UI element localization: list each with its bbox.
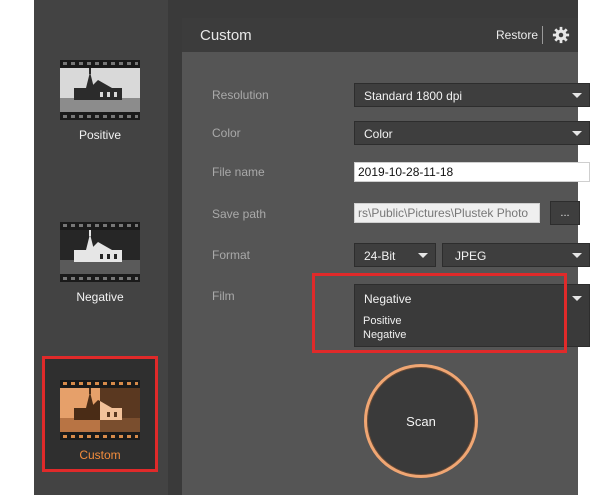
resolution-label: Resolution xyxy=(212,88,269,102)
panel-divider xyxy=(168,0,182,495)
chevron-down-icon xyxy=(565,285,589,311)
film-select[interactable]: Negative xyxy=(354,284,590,312)
color-label: Color xyxy=(212,126,241,140)
film-option-positive[interactable]: Positive xyxy=(363,315,402,327)
settings-panel: Resolution Standard 1800 dpi Color Color… xyxy=(182,52,590,495)
resolution-select[interactable]: Standard 1800 dpi xyxy=(354,83,590,107)
app-window: Positive Negative Custom Custom Restore … xyxy=(34,0,590,495)
color-select[interactable]: Color xyxy=(354,121,590,145)
bit-depth-select[interactable]: 24-Bit xyxy=(354,243,436,267)
chevron-down-icon xyxy=(411,244,435,266)
bit-depth-value: 24-Bit xyxy=(364,249,396,263)
mode-label: Custom xyxy=(79,448,121,462)
film-church-negative-icon xyxy=(60,222,140,282)
format-label: Format xyxy=(212,248,251,262)
save-path-label: Save path xyxy=(212,207,267,221)
file-name-input[interactable] xyxy=(354,162,590,182)
file-type-value: JPEG xyxy=(455,249,487,263)
restore-button[interactable]: Restore xyxy=(496,28,538,42)
mode-label: Negative xyxy=(76,290,124,304)
film-church-positive-icon xyxy=(60,60,140,120)
page-title: Custom xyxy=(200,27,252,44)
film-label: Film xyxy=(212,289,235,303)
panel-header: Custom Restore xyxy=(182,18,578,53)
browse-button[interactable]: ... xyxy=(550,201,580,225)
color-value: Color xyxy=(364,127,393,141)
mode-sidebar: Positive Negative Custom xyxy=(34,0,168,495)
film-church-custom-icon xyxy=(60,380,140,440)
save-path-input[interactable] xyxy=(354,203,540,223)
chevron-down-icon xyxy=(565,122,589,144)
file-type-select[interactable]: JPEG xyxy=(442,243,590,267)
gear-icon[interactable] xyxy=(552,26,570,44)
mode-label: Positive xyxy=(78,128,122,142)
chevron-down-icon xyxy=(565,244,589,266)
chevron-down-icon xyxy=(565,84,589,106)
film-value: Negative xyxy=(364,292,412,306)
mode-positive[interactable]: Positive xyxy=(44,48,156,156)
film-option-negative[interactable]: Negative xyxy=(363,329,406,341)
file-name-label: File name xyxy=(212,165,265,179)
resolution-value: Standard 1800 dpi xyxy=(364,89,463,103)
header-divider xyxy=(542,26,543,44)
mode-negative[interactable]: Negative xyxy=(44,210,156,318)
scan-button[interactable]: Scan xyxy=(364,364,478,478)
mode-custom[interactable]: Custom xyxy=(42,356,158,472)
film-dropdown-list: Positive Negative xyxy=(354,311,590,347)
